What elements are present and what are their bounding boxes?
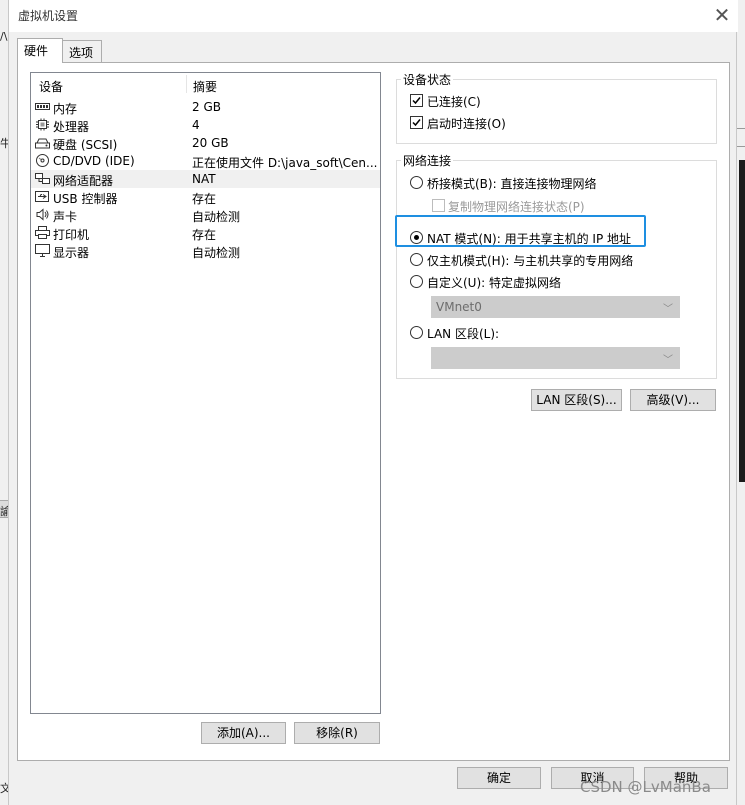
device-list[interactable]: 设备 摘要 内存 2 GB 处理器 4 硬盘 (SCSI) 20 GB CD/D… (30, 72, 381, 714)
custom-network-combo[interactable]: VMnet0 ﹀ (431, 296, 680, 318)
cd-dvd-icon (36, 154, 49, 167)
device-name: 显示器 (53, 246, 90, 260)
device-summary: NAT (192, 172, 216, 186)
list-header: 设备 摘要 (31, 73, 380, 95)
device-status-title: 设备状态 (401, 71, 454, 88)
window-title: 虚拟机设置 (18, 9, 79, 23)
device-row-hard-disk[interactable]: 硬盘 (SCSI) 20 GB (31, 134, 380, 152)
chevron-down-icon: ﹀ (663, 355, 673, 366)
device-row-memory[interactable]: 内存 2 GB (31, 98, 380, 116)
add-device-button[interactable]: 添加(A)... (201, 722, 286, 744)
device-summary: 4 (192, 118, 200, 132)
printer-icon (35, 226, 50, 239)
watermark: CSDN @LvManBa (580, 778, 711, 796)
hard-disk-icon (35, 138, 50, 149)
device-summary: 自动检测 (192, 210, 241, 224)
lan-segments-button[interactable]: LAN 区段(S)... (531, 389, 622, 411)
network-adapter-icon (35, 173, 50, 184)
background-glyph: /\ (0, 30, 8, 43)
device-name: 网络适配器 (53, 174, 114, 188)
custom-network-radio[interactable] (410, 275, 423, 288)
background-divider (737, 146, 745, 147)
device-row-processor[interactable]: 处理器 4 (31, 116, 380, 134)
remove-device-button[interactable]: 移除(R) (294, 722, 380, 744)
tab-label: 硬件 (24, 44, 49, 58)
bridged-radio[interactable] (410, 176, 423, 189)
device-row-usb[interactable]: USB 控制器 存在 (31, 188, 380, 206)
device-name: 打印机 (53, 228, 90, 242)
speaker-icon (36, 208, 49, 221)
host-only-label[interactable]: 仅主机模式(H): 与主机共享的专用网络 (427, 252, 633, 269)
connect-at-power-on-checkbox[interactable] (410, 116, 423, 129)
device-row-network-adapter[interactable]: 网络适配器 NAT (31, 170, 380, 188)
network-connection-title: 网络连接 (401, 152, 454, 169)
usb-icon (35, 191, 49, 202)
memory-icon (35, 103, 50, 110)
host-only-radio[interactable] (410, 253, 423, 266)
device-name: CD/DVD (IDE) (53, 154, 135, 168)
custom-network-label[interactable]: 自定义(U): 特定虚拟网络 (427, 274, 561, 291)
background-window-left (0, 0, 8, 805)
ok-button[interactable]: 确定 (457, 767, 541, 789)
chevron-down-icon: ﹀ (663, 304, 673, 315)
tab-label: 选项 (69, 46, 94, 60)
title-bar: 虚拟机设置 ✕ (9, 0, 738, 32)
background-divider (737, 128, 745, 129)
lan-segment-radio[interactable] (410, 326, 423, 339)
device-summary: 正在使用文件 D:\java_soft\Cen... (192, 156, 378, 170)
device-summary: 20 GB (192, 136, 229, 150)
annotation-highlight-box (395, 215, 646, 247)
check-icon (412, 97, 421, 105)
bridged-label[interactable]: 桥接模式(B): 直接连接物理网络 (427, 175, 596, 192)
device-row-cd-dvd[interactable]: CD/DVD (IDE) 正在使用文件 D:\java_soft\Cen... (31, 152, 380, 170)
close-icon[interactable]: ✕ (709, 3, 735, 29)
combo-value: VMnet0 (436, 300, 482, 314)
tab-options[interactable]: 选项 (62, 40, 102, 62)
monitor-icon (35, 244, 50, 257)
connect-at-power-on-label[interactable]: 启动时连接(O) (427, 115, 506, 132)
vm-settings-dialog: 虚拟机设置 ✕ 硬件 选项 设备 摘要 内存 2 GB 处理器 4 硬盘 (SC… (8, 0, 738, 805)
device-summary: 存在 (192, 228, 217, 242)
device-name: 硬盘 (SCSI) (53, 138, 118, 152)
device-summary: 存在 (192, 192, 217, 206)
device-name: 内存 (53, 102, 78, 116)
check-icon (412, 119, 421, 127)
device-status-group (396, 79, 717, 144)
device-name: 处理器 (53, 120, 90, 134)
device-name: USB 控制器 (53, 192, 118, 206)
column-header-summary[interactable]: 摘要 (193, 78, 217, 95)
device-summary: 自动检测 (192, 246, 241, 260)
device-row-sound-card[interactable]: 声卡 自动检测 (31, 206, 380, 224)
device-row-display[interactable]: 显示器 自动检测 (31, 242, 380, 260)
device-row-printer[interactable]: 打印机 存在 (31, 224, 380, 242)
advanced-button[interactable]: 高级(V)... (630, 389, 716, 411)
background-terminal (739, 160, 745, 482)
tab-hardware[interactable]: 硬件 (17, 38, 63, 63)
lan-segment-label[interactable]: LAN 区段(L): (427, 325, 499, 342)
column-divider[interactable] (186, 75, 187, 93)
processor-icon (36, 118, 49, 131)
connected-checkbox[interactable] (410, 94, 423, 107)
connected-label[interactable]: 已连接(C) (427, 93, 481, 110)
replicate-state-checkbox[interactable] (432, 199, 445, 212)
replicate-state-label[interactable]: 复制物理网络连接状态(P) (448, 198, 585, 215)
device-name: 声卡 (53, 210, 78, 224)
lan-segment-combo[interactable]: ﹀ (431, 347, 680, 369)
column-header-device[interactable]: 设备 (39, 78, 63, 95)
device-summary: 2 GB (192, 100, 221, 114)
